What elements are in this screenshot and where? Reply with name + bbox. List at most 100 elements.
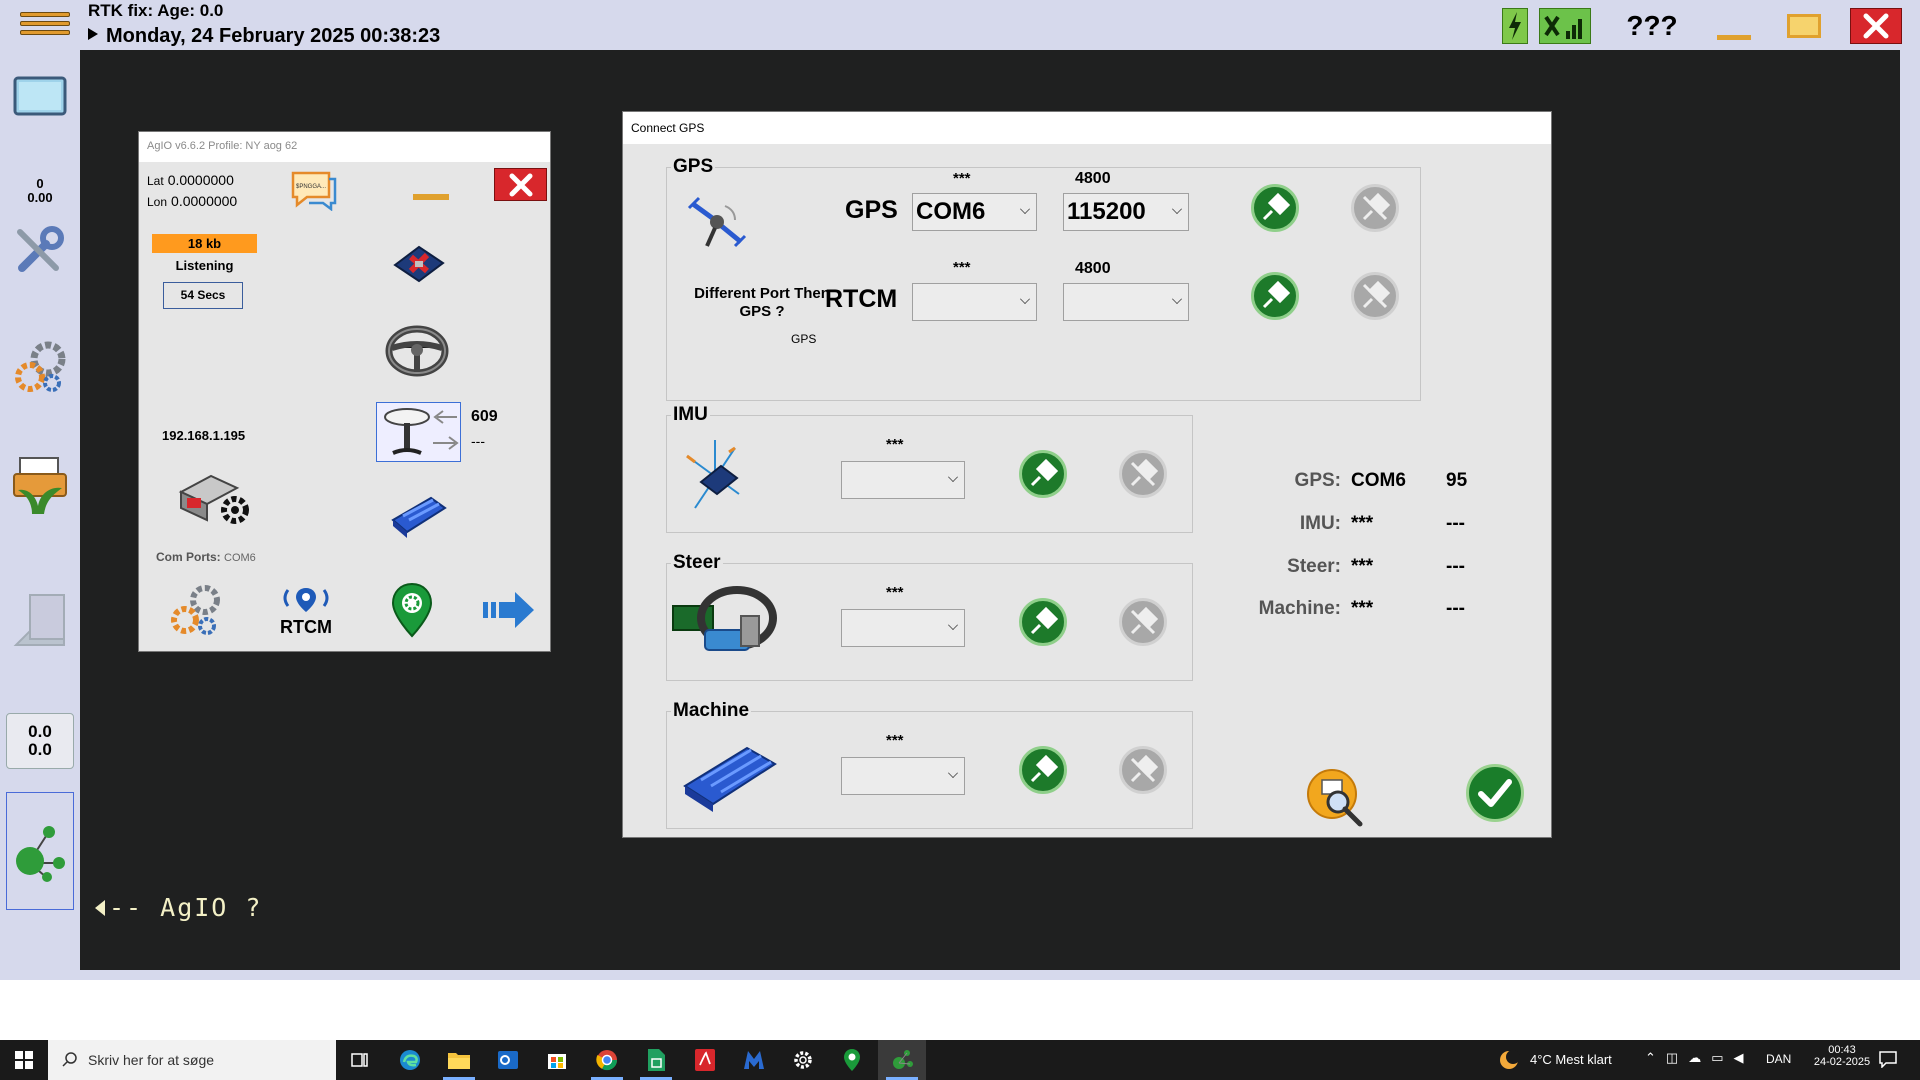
- gps-port-select[interactable]: COM6: [912, 193, 1037, 231]
- lat-label: Lat: [147, 174, 164, 188]
- app-window: RTK fix: Age: 0.0 Monday, 24 February 20…: [0, 0, 1920, 980]
- search-ports-button[interactable]: [1306, 768, 1368, 830]
- imu-disconnect-button[interactable]: [1119, 450, 1167, 498]
- close-button[interactable]: [1850, 8, 1902, 44]
- edge-browser-icon[interactable]: [386, 1040, 434, 1080]
- summary-imu-count: ---: [1446, 513, 1465, 534]
- weather-moon-icon[interactable]: [1497, 1048, 1521, 1072]
- cloud-icon[interactable]: ☁: [1688, 1050, 1711, 1065]
- steer-connect-button[interactable]: [1019, 598, 1067, 646]
- summary-gps-port: COM6: [1351, 470, 1406, 491]
- chevron-down-icon: [1020, 294, 1030, 304]
- summary-steer-port: ***: [1351, 556, 1374, 577]
- machine-port-select[interactable]: [841, 757, 965, 795]
- agopengps-pin-icon[interactable]: [828, 1040, 876, 1080]
- relay-board-icon[interactable]: [389, 490, 449, 540]
- machine-group-title: Machine: [671, 700, 752, 722]
- circuit-board-icon[interactable]: [389, 237, 449, 287]
- data-size-badge: 18 kb: [152, 234, 257, 253]
- clock[interactable]: 00:43 24-02-2025: [1812, 1044, 1872, 1068]
- maximize-button[interactable]: [1785, 8, 1823, 44]
- settings-gears-icon[interactable]: [6, 335, 74, 399]
- volume-icon[interactable]: ◀: [1734, 1050, 1754, 1065]
- agio-hint[interactable]: -- AgIO ?: [95, 893, 262, 922]
- steer-port-select[interactable]: [841, 609, 965, 647]
- nmea-chat-text: $PNGGA...: [296, 184, 326, 190]
- field-printer-icon[interactable]: [6, 450, 74, 520]
- malwarebytes-icon[interactable]: [730, 1040, 778, 1080]
- summary-machine-label: Machine:: [1258, 598, 1341, 619]
- speed-readout[interactable]: 0.0 0.0: [6, 713, 74, 769]
- unknown-status[interactable]: ???: [1620, 8, 1684, 44]
- rtcm-connect-button[interactable]: [1251, 272, 1299, 320]
- gps-baud-select[interactable]: 115200: [1063, 193, 1189, 231]
- seconds-counter[interactable]: 54 Secs: [163, 282, 243, 309]
- monitor-icon[interactable]: ▭: [1711, 1050, 1733, 1065]
- gps-connect-button[interactable]: [1251, 184, 1299, 232]
- nmea-chat-icon[interactable]: $PNGGA...: [289, 169, 339, 212]
- summary-gps-count: 95: [1446, 470, 1468, 491]
- sheets-icon[interactable]: [632, 1040, 680, 1080]
- gps-out-count: ---: [471, 433, 485, 449]
- rtcm-port-select[interactable]: [912, 283, 1037, 321]
- task-view-icon[interactable]: [336, 1040, 384, 1080]
- taskbar-search-input[interactable]: Skriv her for at søge: [48, 1040, 336, 1080]
- rtcm-baud-select[interactable]: [1063, 283, 1189, 321]
- gps-disconnect-button[interactable]: [1351, 184, 1399, 232]
- weather-text[interactable]: 4°C Mest klart: [1530, 1052, 1612, 1067]
- gps-signal-icon[interactable]: [1539, 8, 1591, 44]
- rtcm-location-icon[interactable]: [276, 584, 336, 614]
- map-pin-icon[interactable]: [389, 582, 435, 638]
- com-ports-value: COM6: [224, 552, 256, 564]
- machine-port-stars: ***: [886, 732, 904, 749]
- speed-top: 0.0: [28, 722, 52, 741]
- disabled-tool-icon: [6, 585, 74, 655]
- tray-icons[interactable]: ⌃◫☁▭◀: [1645, 1050, 1754, 1066]
- steer-group: Steer ***: [666, 552, 1193, 681]
- machine-disconnect-button[interactable]: [1119, 746, 1167, 794]
- hamburger-menu-button[interactable]: [20, 8, 70, 44]
- gps-antenna-button[interactable]: [376, 402, 461, 462]
- chevron-up-icon[interactable]: ⌃: [1645, 1050, 1666, 1065]
- imu-port-select[interactable]: [841, 461, 965, 499]
- steer-module-icon: [671, 586, 779, 660]
- network-icon[interactable]: ◫: [1666, 1050, 1688, 1065]
- tools-icon[interactable]: [6, 218, 74, 282]
- chevron-down-icon: [948, 620, 958, 630]
- ethernet-settings-icon[interactable]: [177, 468, 253, 528]
- outlook-icon[interactable]: [484, 1040, 532, 1080]
- ok-checkmark-button[interactable]: [1466, 764, 1524, 822]
- chrome-icon[interactable]: [583, 1040, 631, 1080]
- notification-icon[interactable]: [1878, 1050, 1898, 1069]
- chevron-down-icon: [1020, 204, 1030, 214]
- settings-gear-icon[interactable]: [779, 1040, 827, 1080]
- listening-status: Listening: [175, 258, 234, 273]
- agio-close-button[interactable]: [494, 168, 547, 201]
- acrobat-icon[interactable]: [681, 1040, 729, 1080]
- com-ports-info: Com Ports: COM6: [156, 550, 256, 564]
- steer-disconnect-button[interactable]: [1119, 598, 1167, 646]
- gps-baud-label: 4800: [1075, 170, 1111, 187]
- imu-connect-button[interactable]: [1019, 450, 1067, 498]
- date-time[interactable]: Monday, 24 February 2025 00:38:23: [88, 25, 440, 48]
- offset-readout: 0 0.00: [6, 172, 74, 210]
- steering-wheel-icon[interactable]: [384, 320, 450, 382]
- summary-steer-label: Steer:: [1287, 556, 1341, 577]
- agio-settings-icon[interactable]: [167, 582, 225, 640]
- windows-start-icon[interactable]: [0, 1040, 48, 1080]
- arrow-right-icon[interactable]: [481, 590, 536, 630]
- longitude-row: Lon 0.0000000: [147, 193, 237, 209]
- machine-connect-button[interactable]: [1019, 746, 1067, 794]
- store-icon[interactable]: [533, 1040, 581, 1080]
- agio-taskbar-icon[interactable]: [878, 1040, 926, 1080]
- agio-minimize-button[interactable]: [413, 194, 449, 200]
- minimize-button[interactable]: [1715, 8, 1753, 44]
- rtcm-disconnect-button[interactable]: [1351, 272, 1399, 320]
- arrow-left-icon: [95, 900, 105, 916]
- lat-value: 0.0000000: [167, 172, 234, 188]
- display-icon[interactable]: [6, 70, 74, 124]
- language-indicator[interactable]: DAN: [1766, 1052, 1791, 1066]
- file-explorer-icon[interactable]: [435, 1040, 483, 1080]
- lightning-icon[interactable]: [1502, 8, 1528, 44]
- agio-network-icon[interactable]: [6, 792, 74, 910]
